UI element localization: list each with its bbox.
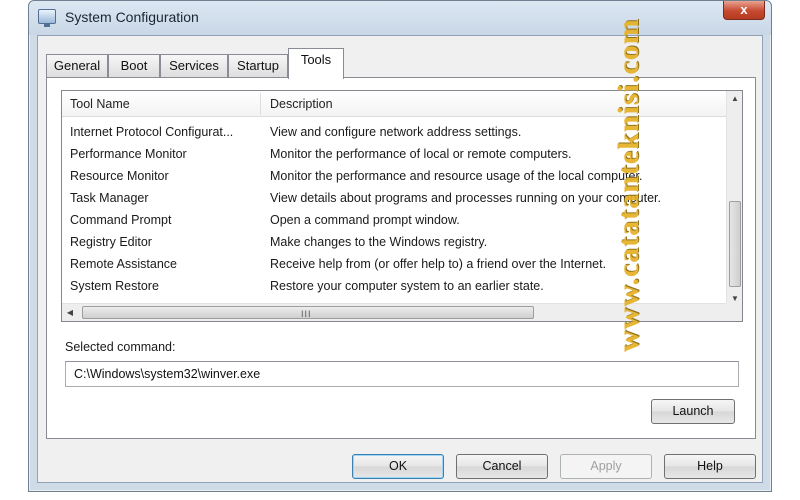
- tool-description: Make changes to the Windows registry.: [270, 235, 488, 249]
- window-title: System Configuration: [65, 9, 199, 25]
- tool-description: Open a command prompt window.: [270, 213, 460, 227]
- ok-button[interactable]: OK: [352, 454, 444, 479]
- apply-button[interactable]: Apply: [560, 454, 652, 479]
- scroll-left-icon[interactable]: ◀: [62, 308, 78, 317]
- horizontal-scroll-thumb[interactable]: III: [82, 306, 534, 319]
- vertical-scroll-thumb[interactable]: [729, 201, 741, 287]
- tool-name: Resource Monitor: [70, 169, 169, 183]
- tool-name: Registry Editor: [70, 235, 152, 249]
- watermark-text: www.catatanteknisi.com: [612, 18, 645, 352]
- tools-tab-panel: Tool Name Description Internet Protocol …: [46, 77, 756, 439]
- scroll-up-icon[interactable]: ▲: [727, 94, 742, 103]
- scroll-down-icon[interactable]: ▼: [727, 294, 742, 303]
- tab-boot[interactable]: Boot: [108, 54, 160, 78]
- scroll-grip-icon: III: [301, 309, 312, 319]
- launch-button[interactable]: Launch: [651, 399, 735, 424]
- tool-name: Command Prompt: [70, 213, 172, 227]
- column-divider[interactable]: [260, 93, 261, 115]
- tool-name: Remote Assistance: [70, 257, 177, 271]
- help-button[interactable]: Help: [664, 454, 756, 479]
- close-button[interactable]: x: [723, 1, 765, 20]
- tab-tools[interactable]: Tools: [288, 48, 344, 79]
- tool-description: Receive help from (or offer help to) a f…: [270, 257, 607, 271]
- tool-name: System Restore: [70, 279, 159, 293]
- tool-description: Monitor the performance of local or remo…: [270, 147, 572, 161]
- tool-name: Performance Monitor: [70, 147, 187, 161]
- vertical-scrollbar[interactable]: ▲ ▼: [726, 91, 742, 305]
- column-header-tool-name[interactable]: Tool Name: [70, 97, 130, 111]
- scrollbar-corner: [726, 303, 742, 321]
- tool-name: Internet Protocol Configurat...: [70, 125, 234, 139]
- tool-name: Task Manager: [70, 191, 149, 205]
- tool-description: View details about programs and processe…: [270, 191, 661, 205]
- tool-description: Monitor the performance and resource usa…: [270, 169, 643, 183]
- tab-startup[interactable]: Startup: [228, 54, 288, 78]
- tool-description: View and configure network address setti…: [270, 125, 522, 139]
- tab-services[interactable]: Services: [160, 54, 228, 78]
- system-configuration-window: System Configuration x General Boot Serv…: [28, 0, 772, 492]
- selected-command-label: Selected command:: [65, 340, 176, 354]
- dialog-body: General Boot Services Startup Tools Tool…: [37, 35, 763, 483]
- system-configuration-icon: [38, 9, 56, 27]
- tool-description: Restore your computer system to an earli…: [270, 279, 544, 293]
- column-header-description[interactable]: Description: [270, 97, 333, 111]
- tab-general[interactable]: General: [46, 54, 108, 78]
- selected-command-field[interactable]: [65, 361, 739, 387]
- title-bar[interactable]: System Configuration x: [29, 1, 771, 35]
- cancel-button[interactable]: Cancel: [456, 454, 548, 479]
